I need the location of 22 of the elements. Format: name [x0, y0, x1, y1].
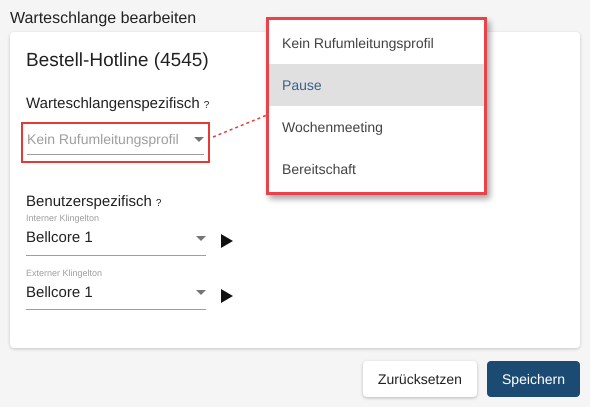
select-field[interactable]: Bellcore 1 [26, 227, 206, 256]
select-field[interactable]: Bellcore 1 [26, 282, 206, 310]
menu-item[interactable]: Pause [269, 64, 484, 106]
save-button[interactable]: Speichern [486, 361, 580, 397]
play-icon[interactable] [221, 234, 233, 248]
caret-icon [196, 236, 206, 241]
section-label: Benutzerspezifisch [26, 192, 152, 212]
help-mark[interactable]: ? [156, 196, 162, 210]
caret-icon [196, 290, 206, 296]
play-icon[interactable] [221, 288, 233, 303]
menu-item[interactable]: Wochenmeeting [269, 106, 484, 148]
section-label: Warteschlangenspezifisch [26, 94, 200, 114]
field-label: Externer Klingelton [26, 268, 104, 278]
field-label: Interner Klingelton [26, 213, 100, 224]
caret-icon [194, 136, 204, 142]
help-mark[interactable]: ? [204, 98, 210, 113]
reset-button[interactable]: Zurücksetzen [362, 361, 477, 397]
menu-item[interactable]: Bereitschaft [269, 148, 484, 190]
leader-line [212, 113, 268, 139]
menu-item[interactable]: Kein Rufumleitungsprofil [269, 22, 484, 64]
page-title: Warteschlange bearbeiten [10, 9, 196, 29]
card-title: Bestell-Hotline (4545) [26, 49, 210, 73]
